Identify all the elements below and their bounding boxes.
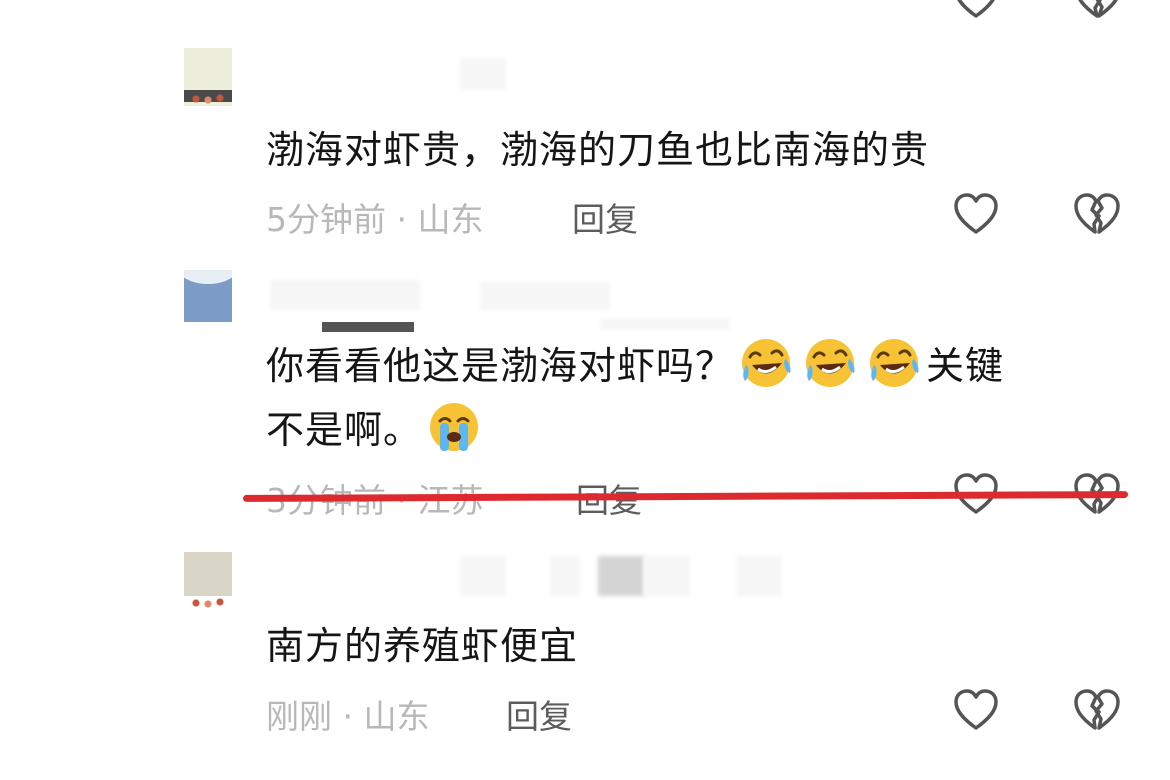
meta-separator: · — [396, 200, 408, 239]
avatar[interactable] — [184, 270, 232, 322]
rolling-laughing-emoji — [870, 339, 919, 387]
heart-outline-icon[interactable] — [952, 688, 1000, 732]
comment-location: 山东 — [363, 697, 430, 736]
username-redacted — [598, 556, 644, 596]
comment-meta: 5分钟前 · 山东 — [266, 193, 484, 241]
reply-button[interactable]: 回复 — [572, 193, 638, 241]
broken-heart-icon[interactable] — [1073, 192, 1121, 236]
rolling-laughing-emoji — [806, 339, 855, 387]
meta-separator: · — [342, 697, 354, 736]
username-redacted — [644, 556, 690, 596]
comment-time: 5分钟前 — [266, 200, 386, 239]
broken-heart-icon[interactable] — [1073, 688, 1121, 732]
broken-heart-icon[interactable] — [1073, 0, 1121, 20]
username-redacted — [270, 280, 420, 310]
avatar[interactable] — [184, 552, 232, 610]
avatar[interactable] — [184, 48, 232, 106]
comment-list: 渤海对虾贵，渤海的刀鱼也比南海的贵 5分钟前 · 山东 回复 你看看他这是渤海对… — [0, 0, 1170, 780]
comment-text: 渤海对虾贵，渤海的刀鱼也比南海的贵 — [266, 128, 930, 172]
heart-outline-icon[interactable] — [952, 0, 1000, 20]
heart-outline-icon[interactable] — [952, 192, 1000, 236]
username-redacted — [460, 58, 506, 90]
username-redacted — [600, 318, 730, 330]
loudly-crying-emoji — [430, 403, 479, 451]
username-redacted — [550, 556, 580, 596]
username-redacted — [736, 556, 782, 596]
comment-location: 山东 — [417, 200, 484, 239]
comment-time: 刚刚 — [266, 697, 332, 736]
username-redacted — [460, 556, 506, 596]
reply-button[interactable]: 回复 — [506, 690, 572, 738]
comment-text: 你看看他这是渤海对虾吗？ 关键 不是啊。 — [266, 334, 1110, 462]
comment-text: 南方的养殖虾便宜 — [266, 624, 579, 668]
comment-meta: 刚刚 · 山东 — [266, 690, 430, 738]
username-redacted — [480, 282, 610, 310]
rolling-laughing-emoji — [742, 339, 791, 387]
username-redacted — [322, 322, 414, 332]
